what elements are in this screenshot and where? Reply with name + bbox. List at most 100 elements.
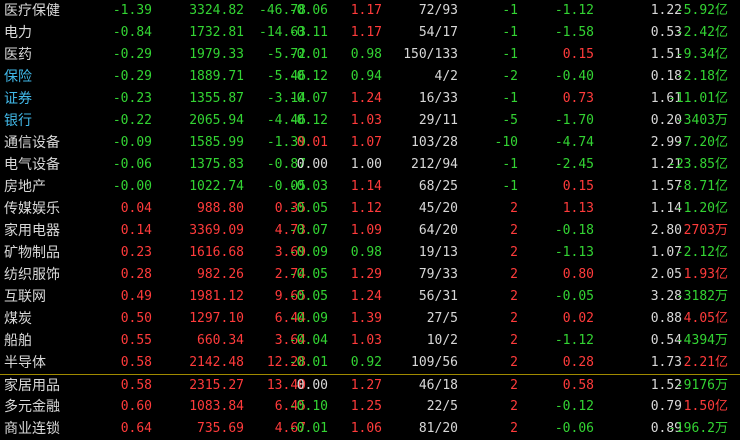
change-percent: 0.49 bbox=[120, 289, 152, 304]
capital-flow-amount: -1.20 bbox=[675, 201, 715, 216]
table-row[interactable]: 医疗保健 -1.39 3324.82 -46.78 -0.06 1.17 72/93 -1 -1… bbox=[0, 0, 740, 22]
up-down-count: 45/20 bbox=[418, 201, 458, 216]
capital-flow-unit: 万 bbox=[714, 378, 728, 393]
table-row[interactable]: 家居用品 0.58 2315.27 13.40 0.00 1.27 46/18 2 0.58 1.… bbox=[0, 374, 740, 396]
sector-quote-table: 医疗保健 -1.39 3324.82 -46.78 -0.06 1.17 72/93 -1 -1… bbox=[0, 0, 740, 440]
capital-flow-unit: 万 bbox=[714, 333, 728, 348]
capital-flow: -2.12亿 bbox=[676, 242, 728, 264]
up-down-count: 22/5 bbox=[426, 399, 458, 414]
up-down-count: 72/93 bbox=[418, 3, 458, 18]
index-price: 735.69 bbox=[197, 421, 244, 436]
change-percent: -0.23 bbox=[112, 91, 152, 106]
change-percent: 0.04 bbox=[120, 201, 152, 216]
rise-speed: -0.07 bbox=[288, 91, 328, 106]
capital-flow-amount: -23.85 bbox=[668, 157, 715, 172]
capital-flow-unit: 万 bbox=[714, 223, 728, 238]
capital-flow-amount: -3403 bbox=[675, 113, 715, 128]
capital-flow-amount: 1.50 bbox=[683, 399, 715, 414]
rise-speed: 0.01 bbox=[296, 135, 328, 150]
sector-name: 纺织服饰 bbox=[4, 267, 60, 283]
table-row[interactable]: 医药 -0.29 1979.33 -5.72 -0.01 0.98 150/133 -1 0.1… bbox=[0, 44, 740, 66]
leading-stock-count: 2 bbox=[510, 333, 518, 348]
leading-stock-change: -4.74 bbox=[554, 135, 594, 150]
up-down-count: 56/31 bbox=[418, 289, 458, 304]
volume-ratio: 1.00 bbox=[350, 157, 382, 172]
up-down-count: 81/20 bbox=[418, 421, 458, 436]
capital-flow: -196.2万 bbox=[668, 418, 728, 440]
leading-stock-change: -0.06 bbox=[554, 421, 594, 436]
volume-ratio: 0.98 bbox=[350, 47, 382, 62]
capital-flow-unit: 亿 bbox=[714, 201, 728, 216]
index-price: 1355.87 bbox=[189, 91, 244, 106]
capital-flow: -8.71亿 bbox=[676, 176, 728, 198]
index-price: 1022.74 bbox=[189, 179, 244, 194]
table-row[interactable]: 互联网 0.49 1981.12 9.65 -0.05 1.24 56/31 2 -0.05 3.… bbox=[0, 286, 740, 308]
rise-speed: -0.09 bbox=[288, 245, 328, 260]
table-row[interactable]: 纺织服饰 0.28 982.26 2.74 -0.05 1.29 79/33 2 0.80 2.0… bbox=[0, 264, 740, 286]
leading-stock-change: 0.28 bbox=[562, 355, 594, 370]
change-percent: 0.28 bbox=[120, 267, 152, 282]
leading-stock-count: 2 bbox=[510, 355, 518, 370]
table-row[interactable]: 证券 -0.23 1355.87 -3.14 -0.07 1.24 16/33 -1 0.73 1… bbox=[0, 88, 740, 110]
change-percent: -0.06 bbox=[112, 157, 152, 172]
leading-stock-count: -5 bbox=[502, 113, 518, 128]
table-row[interactable]: 房地产 -0.00 1022.74 -0.05 -0.03 1.14 68/25 -1 0.15… bbox=[0, 176, 740, 198]
index-price: 982.26 bbox=[197, 267, 244, 282]
index-price: 1297.10 bbox=[189, 311, 244, 326]
capital-flow-unit: 亿 bbox=[714, 3, 728, 18]
index-price: 1732.81 bbox=[189, 25, 244, 40]
up-down-count: 16/33 bbox=[418, 91, 458, 106]
sector-name: 电气设备 bbox=[4, 157, 60, 173]
table-row[interactable]: 多元金融 0.60 1083.84 6.45 -0.10 1.25 22/5 2 -0.12 0.… bbox=[0, 396, 740, 418]
index-price: 1585.99 bbox=[189, 135, 244, 150]
sector-name: 医药 bbox=[4, 47, 32, 63]
table-row[interactable]: 传媒娱乐 0.04 988.80 0.35 -0.05 1.12 45/20 2 1.13 1.1… bbox=[0, 198, 740, 220]
rise-speed: -0.05 bbox=[288, 289, 328, 304]
capital-flow-unit: 亿 bbox=[714, 25, 728, 40]
leading-stock-count: -2 bbox=[502, 69, 518, 84]
leading-stock-count: -10 bbox=[494, 135, 518, 150]
capital-flow: -5.92亿 bbox=[676, 0, 728, 22]
turnover-rate: 2.05 bbox=[650, 267, 682, 282]
leading-stock-change: 0.15 bbox=[562, 179, 594, 194]
rise-speed: -0.12 bbox=[288, 69, 328, 84]
sector-name: 医疗保健 bbox=[4, 3, 60, 19]
table-row[interactable]: 保险 -0.29 1889.71 -5.46 -0.12 0.94 4/2 -2 -0.40 0.… bbox=[0, 66, 740, 88]
capital-flow-unit: 亿 bbox=[714, 267, 728, 282]
leading-stock-change: 1.13 bbox=[562, 201, 594, 216]
table-row[interactable]: 家用电器 0.14 3369.09 4.73 -0.07 1.09 64/20 2 -0.18 2… bbox=[0, 220, 740, 242]
change-percent: 0.60 bbox=[120, 399, 152, 414]
capital-flow-unit: 亿 bbox=[714, 311, 728, 326]
leading-stock-change: 0.80 bbox=[562, 267, 594, 282]
up-down-count: 212/94 bbox=[411, 157, 458, 172]
table-row[interactable]: 船舶 0.55 660.34 3.64 -0.04 1.03 10/2 2 -1.12 0.54-… bbox=[0, 330, 740, 352]
sector-name: 传媒娱乐 bbox=[4, 201, 60, 217]
capital-flow: -23.85亿 bbox=[668, 154, 728, 176]
up-down-count: 68/25 bbox=[418, 179, 458, 194]
capital-flow: -4394万 bbox=[676, 330, 728, 352]
table-row[interactable]: 电气设备 -0.06 1375.83 -0.87 0.00 1.00 212/94 -1 -2.… bbox=[0, 154, 740, 176]
change-percent: 0.55 bbox=[120, 333, 152, 348]
rise-speed: -0.12 bbox=[288, 113, 328, 128]
table-row[interactable]: 通信设备 -0.09 1585.99 -1.39 0.01 1.07 103/28 -10 -4… bbox=[0, 132, 740, 154]
capital-flow-amount: -11.01 bbox=[668, 91, 715, 106]
table-row[interactable]: 电力 -0.84 1732.81 -14.63 -0.11 1.17 54/17 -1 -1.5… bbox=[0, 22, 740, 44]
volume-ratio: 1.03 bbox=[350, 113, 382, 128]
table-row[interactable]: 商业连锁 0.64 735.69 4.67 -0.01 1.06 81/20 2 -0.06 0.… bbox=[0, 418, 740, 440]
table-row[interactable]: 银行 -0.22 2065.94 -4.46 -0.12 1.03 29/11 -5 -1.70… bbox=[0, 110, 740, 132]
up-down-count: 79/33 bbox=[418, 267, 458, 282]
table-row[interactable]: 半导体 0.58 2142.48 12.28 -0.01 0.92 109/56 2 0.28 1… bbox=[0, 352, 740, 374]
up-down-count: 150/133 bbox=[403, 47, 458, 62]
up-down-count: 64/20 bbox=[418, 223, 458, 238]
volume-ratio: 1.03 bbox=[350, 333, 382, 348]
capital-flow: 2.21亿 bbox=[684, 352, 728, 374]
capital-flow-unit: 亿 bbox=[714, 179, 728, 194]
leading-stock-change: -1.70 bbox=[554, 113, 594, 128]
capital-flow-unit: 万 bbox=[714, 113, 728, 128]
rise-speed: -0.07 bbox=[288, 223, 328, 238]
rise-speed: -0.10 bbox=[288, 399, 328, 414]
up-down-count: 19/13 bbox=[418, 245, 458, 260]
table-row[interactable]: 煤炭 0.50 1297.10 6.44 -0.09 1.39 27/5 2 0.02 0.88 4… bbox=[0, 308, 740, 330]
table-row[interactable]: 矿物制品 0.23 1616.68 3.69 -0.09 0.98 19/13 2 -1.13 1… bbox=[0, 242, 740, 264]
sector-name: 半导体 bbox=[4, 355, 46, 371]
